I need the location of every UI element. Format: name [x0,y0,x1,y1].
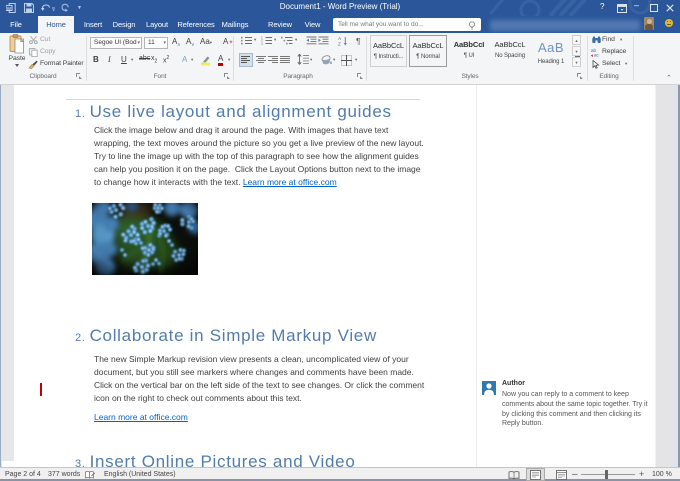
svg-text:3: 3 [261,42,263,45]
svg-text:ac: ac [594,53,600,57]
svg-text:Z: Z [338,41,341,45]
svg-text:A: A [338,36,342,41]
svg-text:W: W [7,6,12,11]
